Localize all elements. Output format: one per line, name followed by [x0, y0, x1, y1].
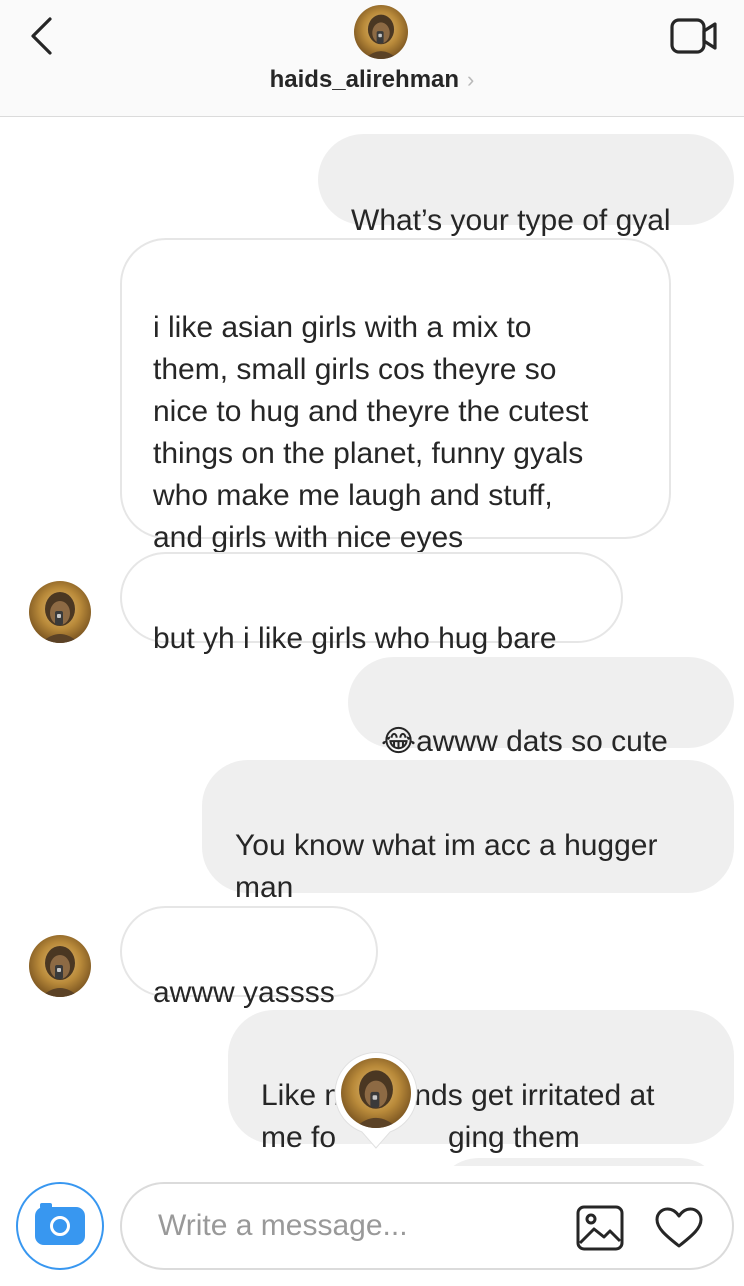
back-button[interactable] — [14, 8, 70, 64]
like-button[interactable] — [652, 1202, 706, 1254]
seen-by-avatar-bubble[interactable] — [332, 1050, 420, 1150]
contact-username-link[interactable]: haids_alirehman › — [0, 66, 744, 94]
camera-button[interactable] — [16, 1182, 104, 1270]
image-gallery-icon — [576, 1205, 624, 1251]
chevron-left-icon — [31, 17, 52, 55]
message-text: awww dats so cute — [416, 725, 668, 758]
message-bubble-sent[interactable]: Like my friends get irritated at me fo g… — [228, 1010, 734, 1154]
message-text: but yh i like girls who hug bare — [153, 622, 557, 655]
camera-icon — [35, 1203, 85, 1245]
message-input[interactable] — [158, 1206, 558, 1246]
message-text-line2-start: me fo — [261, 1121, 337, 1154]
message-text: You know what im acc a hugger man — [235, 829, 658, 904]
message-composer — [0, 1166, 744, 1286]
conversation-header: haids_alirehman › — [0, 0, 744, 117]
gallery-button[interactable] — [574, 1202, 626, 1254]
message-text-line2-end: ging them — [448, 1121, 580, 1154]
video-call-button[interactable] — [666, 14, 722, 58]
message-bubble-sent[interactable]: You know what im acc a hugger man — [202, 760, 734, 904]
laughing-emoji: 😂 — [381, 725, 417, 758]
message-text: What’s your type of gyal — [351, 204, 671, 237]
video-camera-icon — [670, 18, 717, 54]
message-bubble-sent[interactable]: What’s your type of gyal — [318, 134, 734, 237]
message-bubble-sent[interactable]: 😂awww dats so cute — [348, 657, 734, 758]
sender-avatar[interactable] — [29, 935, 91, 997]
message-thread[interactable]: What’s your type of gyal i like asian gi… — [0, 118, 744, 1166]
message-text: i like asian girls with a mix to them, s… — [153, 311, 589, 554]
contact-avatar[interactable] — [354, 5, 408, 59]
message-bubble-received[interactable]: i like asian girls with a mix to them, s… — [120, 238, 671, 554]
message-bubble-received[interactable]: but yh i like girls who hug bare — [120, 552, 623, 655]
sender-avatar[interactable] — [29, 581, 91, 643]
heart-icon — [655, 1207, 703, 1248]
message-bubble-received[interactable]: awww yassss — [120, 906, 378, 1009]
message-text: awww yassss — [153, 976, 335, 1009]
chevron-right-icon: › — [467, 67, 475, 92]
message-bubble-sent-partial[interactable] — [434, 1158, 724, 1166]
contact-username: haids_alirehman — [269, 66, 460, 93]
message-text-line1: Like my friends get irritated at — [261, 1079, 655, 1112]
message-input-box[interactable] — [120, 1182, 734, 1270]
